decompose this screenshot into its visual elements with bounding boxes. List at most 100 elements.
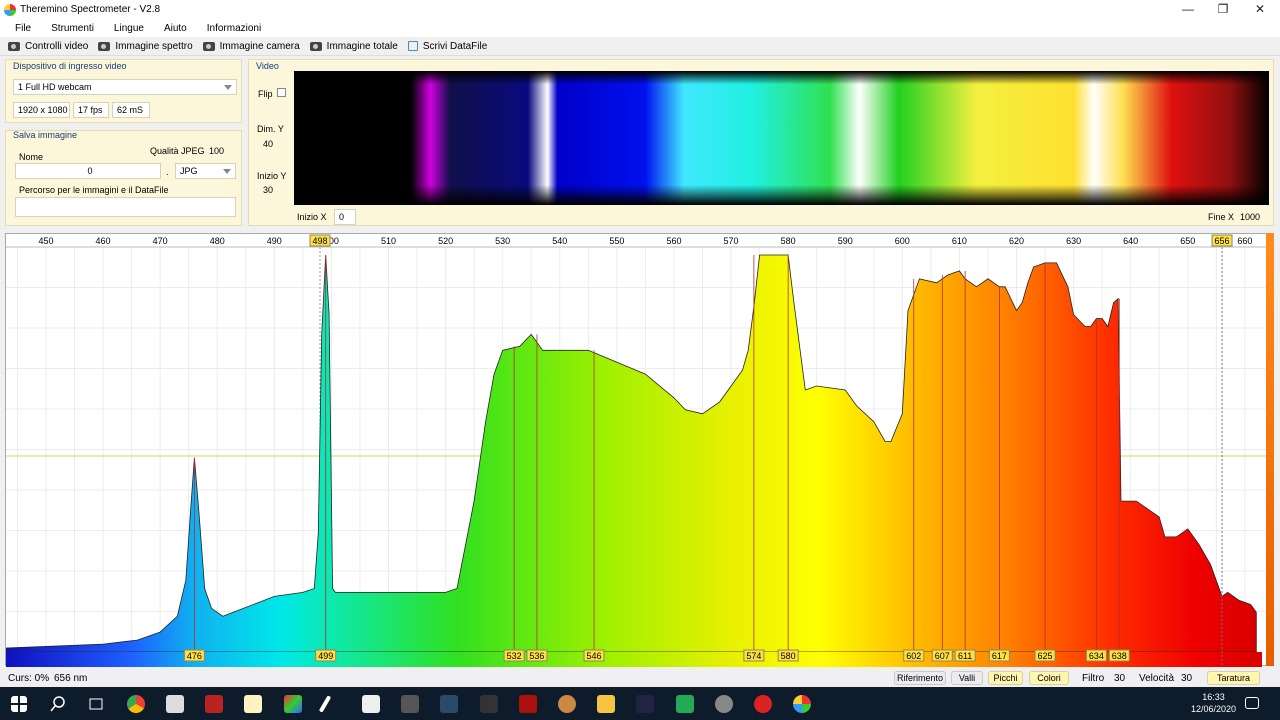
tick-label: 470 <box>153 236 168 246</box>
cursor-nm: 656 nm <box>54 673 88 684</box>
dim-y-input[interactable]: 40 <box>258 136 282 152</box>
cursor-marker-656-label: 656 <box>1215 236 1230 246</box>
fine-x-input[interactable]: 1000 <box>1235 209 1266 225</box>
peak-label: 476 <box>187 651 202 661</box>
app-icon-17[interactable] <box>754 695 772 713</box>
app-icon-8[interactable] <box>401 695 419 713</box>
app-icon-15[interactable] <box>676 695 694 713</box>
minimize-button[interactable]: — <box>1170 0 1206 19</box>
nome-label: Nome <box>19 152 44 162</box>
tick-label: 480 <box>210 236 225 246</box>
inizio-y-input[interactable]: 30 <box>258 182 282 198</box>
menu-file[interactable]: File <box>15 23 31 34</box>
tick-label: 600 <box>895 236 910 246</box>
menu-informazioni[interactable]: Informazioni <box>207 23 261 34</box>
app-icon-12[interactable] <box>558 695 576 713</box>
app-icon-7[interactable] <box>362 695 380 713</box>
app-icon-5[interactable] <box>284 695 302 713</box>
nome-input[interactable]: 0 <box>15 163 161 179</box>
spectrometer-taskbar-icon[interactable] <box>793 695 811 713</box>
velocita-value[interactable]: 30 <box>1181 673 1192 684</box>
camera-icon <box>98 41 111 51</box>
tick-label: 640 <box>1123 236 1138 246</box>
app-icon-6[interactable] <box>318 695 332 713</box>
peak-label: 634 <box>1089 651 1104 661</box>
tick-label: 510 <box>381 236 396 246</box>
title-bar: Theremino Spectrometer - V2.8 — ❐ ✕ <box>0 0 1280 19</box>
tick-label: 550 <box>609 236 624 246</box>
file-explorer-icon[interactable] <box>597 695 615 713</box>
inizio-y-label: Inizio Y <box>257 171 287 181</box>
controlli-video-button[interactable]: Controlli video <box>8 41 88 52</box>
peak-label: 638 <box>1112 651 1127 661</box>
tick-label: 530 <box>495 236 510 246</box>
app-icon-4[interactable] <box>244 695 262 713</box>
filtro-value[interactable]: 30 <box>1114 673 1125 684</box>
percorso-input[interactable] <box>15 197 236 217</box>
peak-label: 546 <box>587 651 602 661</box>
immagine-spettro-button[interactable]: Immagine spettro <box>98 41 193 52</box>
tick-label: 630 <box>1066 236 1081 246</box>
system-clock[interactable]: 16:33 12/06/2020 <box>1191 691 1236 715</box>
tick-label: 580 <box>781 236 796 246</box>
riferimento-button[interactable]: Riferimento <box>894 671 946 685</box>
task-view-icon[interactable] <box>88 696 104 712</box>
windows-taskbar: 16:33 12/06/2020 <box>0 687 1280 720</box>
picchi-button[interactable]: Picchi <box>988 671 1023 685</box>
menu-lingue[interactable]: Lingue <box>114 23 144 34</box>
app-icon-2[interactable] <box>166 695 184 713</box>
controlli-video-label: Controlli video <box>25 40 89 52</box>
app-icon-3[interactable] <box>205 695 223 713</box>
camera-icon <box>309 41 322 51</box>
dim-y-label: Dim. Y <box>257 124 284 134</box>
video-panel-label: Video <box>256 61 279 71</box>
chrome-icon[interactable] <box>127 695 145 713</box>
peak-label: 607 <box>935 651 950 661</box>
tick-label: 460 <box>96 236 111 246</box>
immagine-camera-button[interactable]: Immagine camera <box>202 41 300 52</box>
flip-checkbox[interactable] <box>277 88 286 97</box>
peak-label: 580 <box>781 651 796 661</box>
save-panel-label: Salva immagine <box>13 130 78 140</box>
chevron-down-icon <box>224 85 232 90</box>
spectrum-video-image <box>294 71 1269 205</box>
velocita-label: Velocità <box>1139 673 1175 684</box>
tick-label: 520 <box>438 236 453 246</box>
inizio-x-input[interactable]: 0 <box>334 209 356 225</box>
scrivi-datafile-button[interactable]: Scrivi DataFile <box>407 41 487 52</box>
device-select[interactable]: 1 Full HD webcam <box>13 79 237 95</box>
notification-icon[interactable] <box>1245 697 1259 709</box>
menu-strumenti[interactable]: Strumenti <box>51 23 94 34</box>
app-icon-10[interactable] <box>480 695 498 713</box>
taratura-button[interactable]: Taratura <box>1207 671 1260 685</box>
camera-icon <box>202 41 215 51</box>
close-button[interactable]: ✕ <box>1242 0 1278 19</box>
toolbar: Controlli video Immagine spettro Immagin… <box>0 37 1280 56</box>
status-bar: Curs: 0% 656 nm Filtro 30 Velocità 30 <box>0 670 1280 687</box>
tick-label: 560 <box>666 236 681 246</box>
spectrum-chart[interactable]: 450 460 470 480 490 500 510 520 530 540 550 560 570 5… <box>5 233 1268 667</box>
app-icon-14[interactable] <box>636 695 654 713</box>
dot-separator: . <box>166 167 169 177</box>
windows-start-icon[interactable] <box>11 696 27 712</box>
format-select[interactable]: JPG <box>175 163 236 179</box>
tick-label: 450 <box>38 236 53 246</box>
app-icon-9[interactable] <box>440 695 458 713</box>
maximize-button[interactable]: ❐ <box>1205 0 1241 19</box>
app-icon-11[interactable] <box>519 695 537 713</box>
tick-label: 610 <box>952 236 967 246</box>
ms-field: 62 mS <box>112 102 150 118</box>
flip-label: Flip <box>258 89 273 99</box>
tick-label: 660 <box>1237 236 1252 246</box>
spectrum-video-preview[interactable] <box>294 71 1269 205</box>
colori-button[interactable]: Colori <box>1029 671 1069 685</box>
immagine-totale-button[interactable]: Immagine totale <box>309 41 398 52</box>
search-icon[interactable] <box>50 696 66 712</box>
app-icon-16[interactable] <box>715 695 733 713</box>
window-title: Theremino Spectrometer - V2.8 <box>20 4 161 15</box>
menu-aiuto[interactable]: Aiuto <box>164 23 187 34</box>
peak-label: 625 <box>1038 651 1053 661</box>
valli-button[interactable]: Valli <box>951 671 983 685</box>
format-select-value: JPG <box>180 166 198 176</box>
qualita-input[interactable]: 100 <box>204 143 237 159</box>
